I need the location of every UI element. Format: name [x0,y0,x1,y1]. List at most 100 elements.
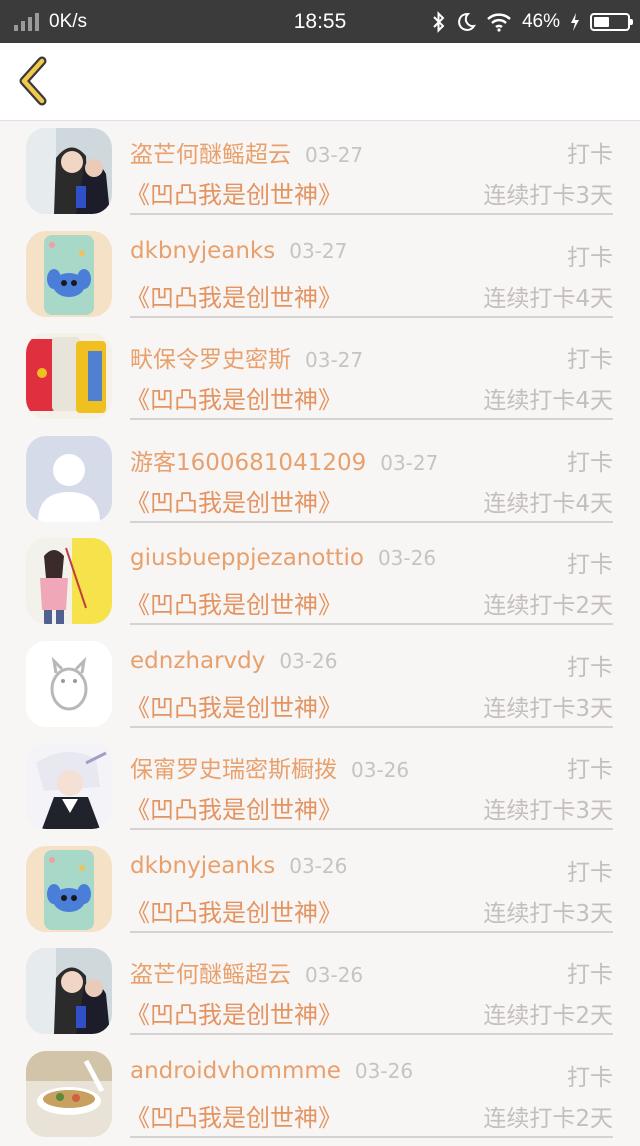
book-title: 《凹凸我是创世神》 [126,585,342,620]
list-item[interactable]: dkbnyjeanks 03-26 打卡 《凹凸我是创世神》 连续打卡3天 [0,839,640,942]
record-type: 打卡 [567,340,613,374]
record-date: 03-26 [378,546,436,570]
list-item[interactable]: ednzharvdy 03-26 打卡 《凹凸我是创世神》 连续打卡3天 [0,634,640,737]
book-title: 《凹凸我是创世神》 [126,483,342,518]
avatar[interactable] [26,948,112,1034]
record-date: 03-27 [305,348,363,372]
record-date: 03-27 [380,451,438,475]
record-type: 打卡 [567,1058,613,1092]
avatar[interactable] [26,231,112,317]
user-name-text: dkbnyjeanks [130,853,275,879]
book-title: 《凹凸我是创世神》 [126,1098,342,1133]
record-date: 03-27 [289,239,347,263]
avatar[interactable] [26,743,112,829]
avatar[interactable] [26,641,112,727]
streak-text: 连续打卡3天 [483,894,613,928]
record-date: 03-26 [279,649,337,673]
record-date: 03-26 [351,758,409,782]
user-name: androidvhommme 03-26 [130,1058,413,1084]
avatar[interactable] [26,436,112,522]
user-name-text: 保甯罗史瑞密斯橱拨 [130,757,337,783]
user-name: 盗芒何醚鳐超云 03-26 [130,955,363,989]
record-date: 03-27 [305,143,363,167]
streak-text: 连续打卡2天 [483,586,613,620]
avatar[interactable] [26,128,112,214]
bluetooth-icon [432,11,446,33]
user-name-text: dkbnyjeanks [130,238,275,264]
book-title: 《凹凸我是创世神》 [126,688,342,723]
record-date: 03-26 [289,854,347,878]
book-title: 《凹凸我是创世神》 [126,380,342,415]
book-title: 《凹凸我是创世神》 [126,175,342,210]
back-button[interactable] [14,55,54,107]
moon-icon [456,12,476,32]
streak-text: 连续打卡4天 [483,484,613,518]
streak-text: 连续打卡3天 [483,791,613,825]
record-date: 03-26 [305,963,363,987]
user-name-text: ednzharvdy [130,648,265,674]
record-type: 打卡 [567,955,613,989]
wifi-icon [486,12,512,32]
avatar[interactable] [26,333,112,419]
record-info: 保甯罗史瑞密斯橱拨03-26 打卡 《凹凸我是创世神》 连续打卡3天 [130,736,613,830]
record-date: 03-26 [355,1059,413,1083]
record-info: androidvhommme03-26 打卡 《凹凸我是创世神》 连续打卡2天 [130,1044,613,1138]
streak-text: 连续打卡4天 [483,381,613,415]
record-type: 打卡 [567,238,613,272]
battery-icon [590,13,630,31]
record-type: 打卡 [567,443,613,477]
user-name: giusbueppjezanottio 03-26 [130,545,436,571]
list-item[interactable]: 盗芒何醚鳐超云 03-26 打卡 《凹凸我是创世神》 连续打卡2天 [0,941,640,1044]
avatar[interactable] [26,846,112,932]
user-name-text: giusbueppjezanottio [130,545,364,571]
user-name: 盗芒何醚鳐超云 03-27 [130,135,363,169]
streak-text: 连续打卡3天 [483,176,613,210]
streak-text: 连续打卡3天 [483,689,613,723]
status-bar: 0K/s 18:55 46% [0,0,640,43]
record-info: giusbueppjezanottio03-26 打卡 《凹凸我是创世神》 连续… [130,531,613,625]
user-name: dkbnyjeanks 03-26 [130,853,347,879]
book-title: 《凹凸我是创世神》 [126,893,342,928]
user-name-text: 游客1600681041209 [130,450,366,476]
record-type: 打卡 [567,135,613,169]
record-info: 盗芒何醚鳐超云03-27 打卡 《凹凸我是创世神》 连续打卡3天 [130,121,613,215]
battery-level [594,17,609,27]
user-name: ednzharvdy 03-26 [130,648,337,674]
navigation-bar [0,43,640,121]
streak-text: 连续打卡2天 [483,996,613,1030]
checkin-list: 盗芒何醚鳐超云 03-27 打卡 《凹凸我是创世神》 连续打卡3天 dkbnyje… [0,121,640,1146]
list-item[interactable]: 保甯罗史瑞密斯橱拨 03-26 打卡 《凹凸我是创世神》 连续打卡3天 [0,736,640,839]
charging-icon [570,12,580,32]
user-name: 畎保令罗史密斯 03-27 [130,340,363,374]
user-name: dkbnyjeanks 03-27 [130,238,347,264]
record-info: 盗芒何醚鳐超云03-26 打卡 《凹凸我是创世神》 连续打卡2天 [130,941,613,1035]
record-info: ednzharvdy03-26 打卡 《凹凸我是创世神》 连续打卡3天 [130,634,613,728]
list-item[interactable]: dkbnyjeanks03-27 打卡 《凹凸我是创世神》 连续打卡4天 [0,224,640,327]
avatar[interactable] [26,538,112,624]
avatar[interactable] [26,1051,112,1137]
status-bar-right: 46% [432,0,630,43]
user-name-text: 盗芒何醚鳐超云 [130,962,291,988]
record-info: 畎保令罗史密斯03-27 打卡 《凹凸我是创世神》 连续打卡4天 [130,326,613,420]
list-item[interactable]: 畎保令罗史密斯 03-27 打卡 《凹凸我是创世神》 连续打卡4天 [0,326,640,429]
list-item[interactable]: 游客1600681041209 03-27 打卡 《凹凸我是创世神》 连续打卡4天 [0,429,640,532]
list-item[interactable]: 盗芒何醚鳐超云 03-27 打卡 《凹凸我是创世神》 连续打卡3天 [0,121,640,224]
list-item[interactable]: giusbueppjezanottio 03-26 打卡 《凹凸我是创世神》 连续… [0,531,640,634]
record-type: 打卡 [567,853,613,887]
book-title: 《凹凸我是创世神》 [126,995,342,1030]
record-info: dkbnyjeanks03-26 打卡 《凹凸我是创世神》 连续打卡3天 [130,839,613,933]
user-name: 游客1600681041209 03-27 [130,443,438,477]
record-type: 打卡 [567,545,613,579]
user-name-text: androidvhommme [130,1058,341,1084]
list-item[interactable]: androidvhommme03-26 打卡 《凹凸我是创世神》 连续打卡2天 [0,1044,640,1146]
book-title: 《凹凸我是创世神》 [126,790,342,825]
record-info: dkbnyjeanks03-27 打卡 《凹凸我是创世神》 连续打卡4天 [130,224,613,318]
user-name-text: 畎保令罗史密斯 [130,347,291,373]
user-name: 保甯罗史瑞密斯橱拨 03-26 [130,750,409,784]
record-info: 游客160068104120903-27 打卡 《凹凸我是创世神》 连续打卡4天 [130,429,613,523]
record-type: 打卡 [567,750,613,784]
user-name-text: 盗芒何醚鳐超云 [130,142,291,168]
streak-text: 连续打卡4天 [483,279,613,313]
chevron-left-icon [14,55,54,107]
record-type: 打卡 [567,648,613,682]
